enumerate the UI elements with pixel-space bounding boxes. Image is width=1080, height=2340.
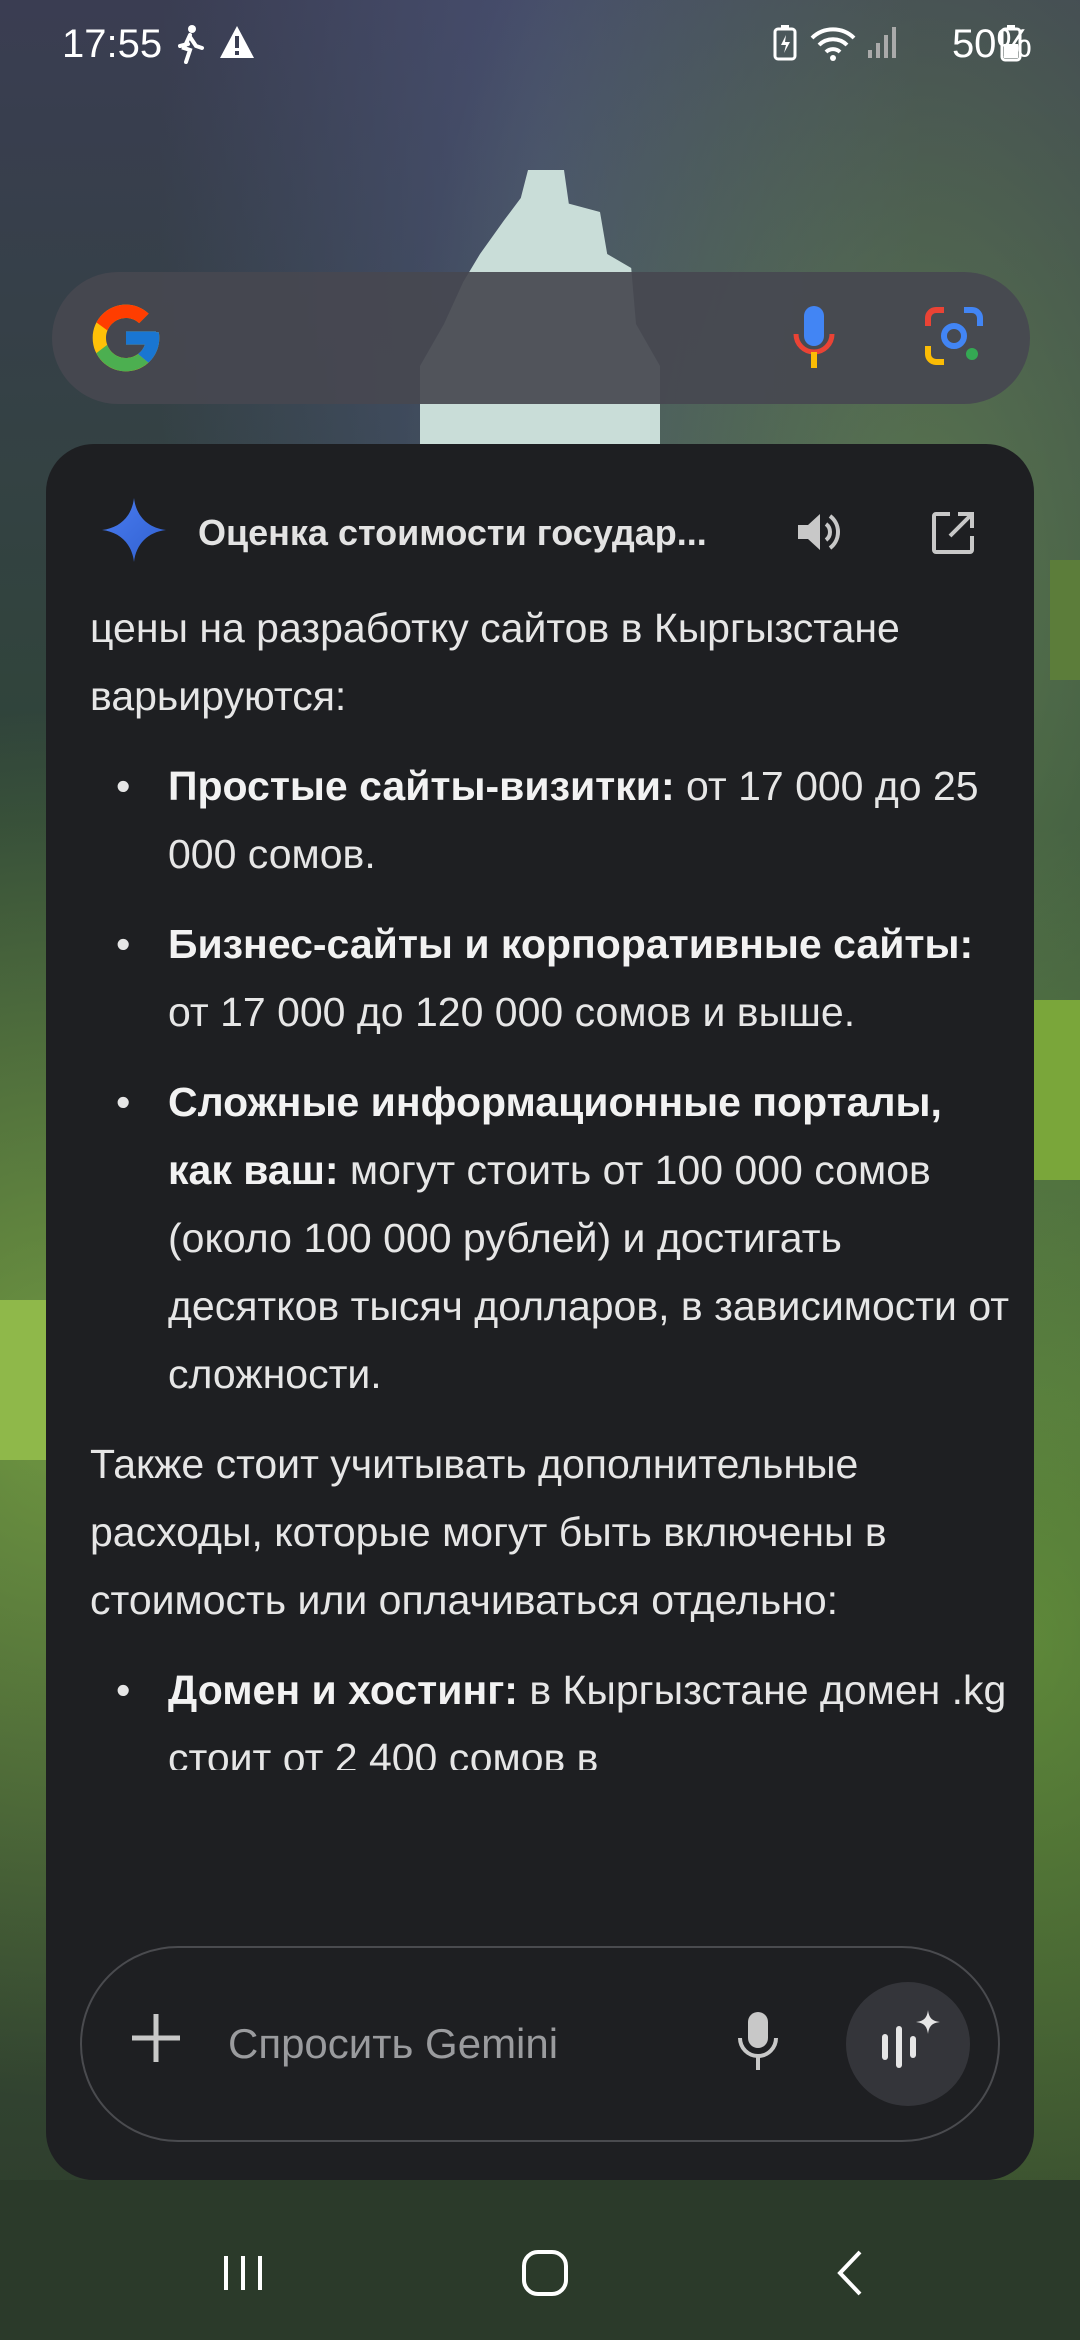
warning-icon: [218, 24, 256, 65]
price-list: • Простые сайты-визитки: от 17 000 до 25 …: [90, 752, 1010, 1408]
gemini-live-button[interactable]: [846, 1982, 970, 2106]
list-item: • Бизнес-сайты и корпоративные сайты: от …: [116, 921, 974, 1035]
card-header: Оценка стоимости государ...: [46, 444, 1034, 584]
recent-apps-icon[interactable]: [218, 2248, 268, 2303]
open-external-icon[interactable]: [930, 510, 976, 561]
signal-icon: [866, 24, 900, 65]
google-g-icon: [86, 298, 166, 378]
gemini-overlay-card: Оценка стоимости государ... цены на разр…: [46, 444, 1034, 2180]
wallpaper-block: [1050, 560, 1080, 680]
add-plus-icon[interactable]: [126, 2008, 186, 2073]
voice-search-mic-icon[interactable]: [792, 304, 836, 377]
wifi-icon: [808, 24, 858, 69]
extra-costs-list: • Домен и хостинг: в Кыргызстане домен .k…: [90, 1656, 1010, 1770]
gemini-spark-icon: [102, 498, 166, 567]
speaker-icon[interactable]: [796, 510, 842, 559]
intro-tail-text: цены на разработку сайтов в Кыргызстане …: [90, 605, 900, 719]
google-search-bar[interactable]: [52, 272, 1030, 404]
input-placeholder: Спросить Gemini: [228, 2020, 559, 2067]
list-item: • Домен и хостинг: в Кыргызстане домен .k…: [116, 1667, 1007, 1770]
response-content: цены на разработку сайтов в Кыргызстане …: [90, 594, 1010, 1770]
status-time: 17:55: [62, 22, 163, 66]
status-bar: 17:55 50%: [0, 0, 1080, 90]
ask-gemini-input[interactable]: Спросить Gemini: [80, 1946, 1000, 2142]
mic-icon[interactable]: [736, 2010, 780, 2079]
google-lens-icon[interactable]: [922, 304, 986, 373]
wallpaper-block: [0, 1300, 46, 1460]
walking-icon: [172, 24, 208, 69]
list-item: • Простые сайты-визитки: от 17 000 до 25 …: [116, 763, 979, 877]
back-icon[interactable]: [826, 2248, 876, 2303]
additional-costs-paragraph: Также стоит учитывать дополнительные рас…: [90, 1441, 887, 1623]
home-icon[interactable]: [520, 2248, 570, 2303]
battery-saver-icon: [772, 24, 798, 67]
conversation-title[interactable]: Оценка стоимости государ...: [198, 512, 707, 554]
system-nav-bar: [0, 2220, 1080, 2340]
wallpaper-block: [1034, 1000, 1080, 1180]
list-item: • Сложные информационные порталы, как ваш…: [116, 1079, 1010, 1397]
gemini-live-icon: [882, 2010, 940, 2068]
battery-icon: [1000, 24, 1022, 67]
